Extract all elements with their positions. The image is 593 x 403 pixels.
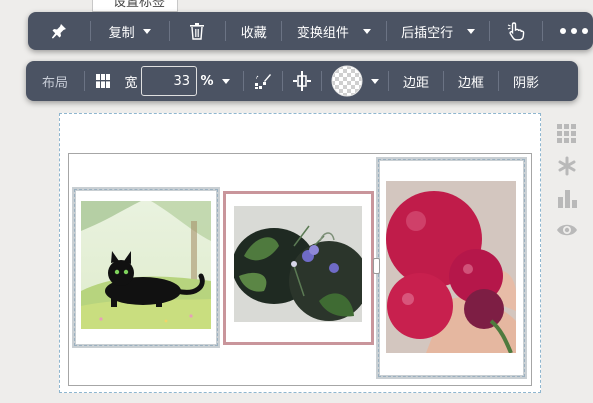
plums-image[interactable]: [386, 181, 516, 353]
border-label: 边框: [457, 75, 484, 91]
switch-component-label: 变换组件: [296, 25, 349, 41]
eye-icon: [557, 224, 577, 236]
more-icon: [560, 28, 589, 34]
switch-component-button[interactable]: 变换组件: [282, 12, 386, 50]
chevron-down-icon[interactable]: [371, 78, 379, 84]
flowers-image[interactable]: [234, 206, 362, 322]
asterisk-icon: [558, 156, 576, 176]
black-cat-image[interactable]: [81, 201, 211, 329]
component-toolbar: 复制 收藏 变换组件 后插空行: [28, 12, 593, 50]
asterisk-button[interactable]: [555, 154, 579, 178]
vertical-align-icon: [293, 71, 311, 91]
insert-row-after-button[interactable]: 后插空行: [387, 12, 490, 50]
width-label: 宽: [124, 75, 138, 91]
image-column-1[interactable]: [72, 187, 220, 348]
apps-grid-button[interactable]: [555, 122, 579, 146]
insert-row-after-label: 后插空行: [401, 25, 454, 41]
width-input[interactable]: [141, 66, 197, 96]
background-color-button[interactable]: [322, 61, 388, 101]
margin-button[interactable]: 边距: [389, 61, 443, 101]
image-column-3[interactable]: [376, 157, 527, 379]
favorite-label: 收藏: [240, 25, 267, 41]
shadow-label: 阴影: [512, 75, 539, 91]
top-tab[interactable]: 设置标签: [92, 0, 178, 12]
preview-button[interactable]: [555, 218, 579, 242]
chevron-down-icon[interactable]: [467, 28, 476, 34]
trash-icon: [190, 23, 205, 40]
more-button[interactable]: [543, 12, 593, 50]
copy-button[interactable]: 复制: [91, 12, 169, 50]
pin-icon: [51, 24, 66, 39]
transparent-swatch-icon: [331, 65, 363, 97]
chevron-down-icon[interactable]: [142, 28, 151, 34]
side-panel: [555, 122, 579, 242]
image-column-2[interactable]: [223, 191, 374, 345]
layout-toolbar: 布局 宽 %: [26, 61, 578, 101]
delete-button[interactable]: [170, 12, 226, 50]
bar-chart-icon: [558, 190, 577, 208]
style-brush-icon: [255, 74, 271, 89]
shadow-button[interactable]: 阴影: [499, 61, 553, 101]
copy-label: 复制: [108, 25, 135, 41]
top-tab-label: 设置标签: [113, 0, 166, 10]
select-button[interactable]: [490, 12, 542, 50]
hand-pointer-icon: [508, 22, 525, 41]
pin-button[interactable]: [28, 12, 90, 50]
grid-icon: [96, 74, 110, 88]
vertical-align-button[interactable]: [283, 61, 321, 101]
margin-label: 边距: [402, 75, 429, 91]
unit-dropdown[interactable]: [217, 61, 235, 101]
apps-grid-icon: [557, 124, 576, 143]
style-brush-button[interactable]: [244, 61, 282, 101]
chevron-down-icon[interactable]: [362, 28, 371, 34]
favorite-button[interactable]: 收藏: [226, 12, 281, 50]
chevron-down-icon[interactable]: [222, 78, 230, 84]
column-resize-handle[interactable]: [373, 258, 380, 274]
border-button[interactable]: 边框: [444, 61, 498, 101]
grid-button[interactable]: [85, 61, 121, 101]
unit-label: %: [200, 73, 214, 89]
layout-label: 布局: [41, 75, 68, 91]
bar-chart-button[interactable]: [555, 186, 579, 210]
